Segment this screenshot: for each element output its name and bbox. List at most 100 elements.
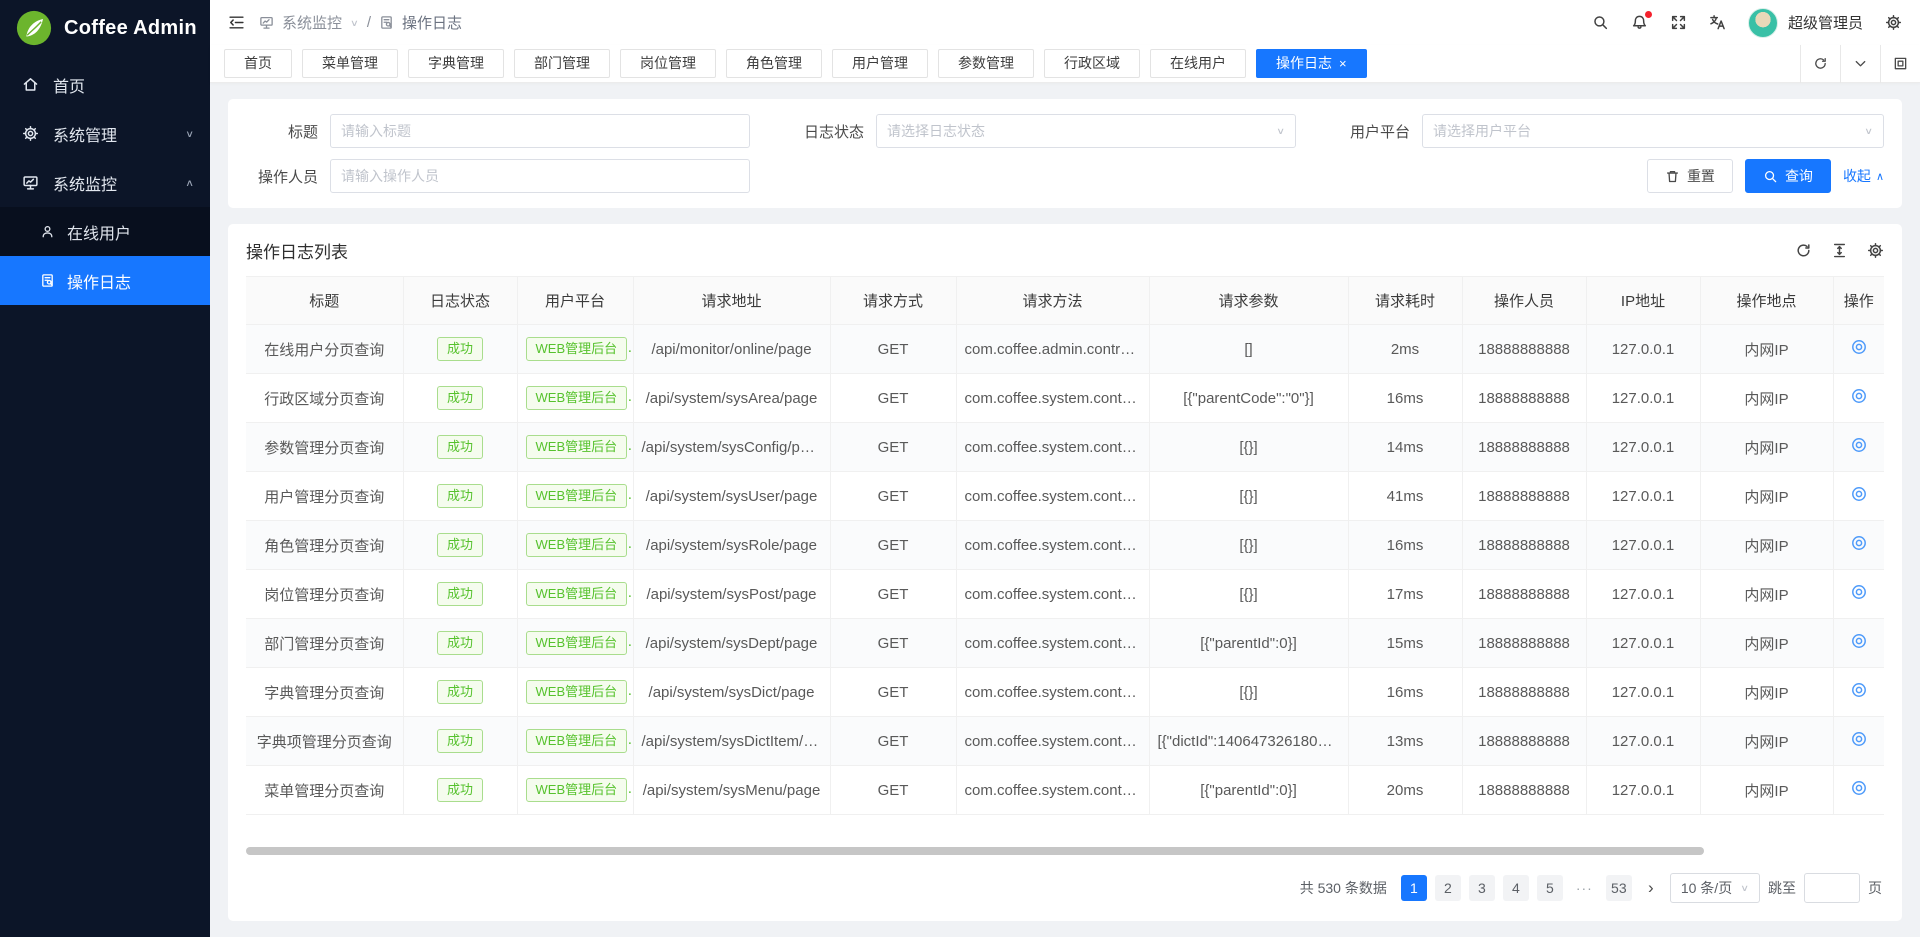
view-detail-icon[interactable] xyxy=(1850,730,1868,748)
view-detail-icon[interactable] xyxy=(1850,338,1868,356)
reset-button[interactable]: 重置 xyxy=(1647,159,1733,193)
jump-page-input[interactable] xyxy=(1804,873,1860,903)
page-tab[interactable]: 岗位管理× xyxy=(620,49,716,78)
platform-badge: WEB管理后台 xyxy=(526,582,628,606)
page-tab[interactable]: 参数管理× xyxy=(938,49,1034,78)
page-size-select[interactable]: 10 条/页 ∨ xyxy=(1670,873,1760,903)
page-number-button[interactable]: 53 xyxy=(1606,875,1632,901)
chevron-down-icon: ∨ xyxy=(350,17,359,28)
page-tab[interactable]: 字典管理× xyxy=(408,49,504,78)
cell-handler: com.coffee.admin.controller... xyxy=(956,325,1149,374)
log-status-select[interactable]: 请选择日志状态 ∨ xyxy=(876,114,1296,148)
notification-bell[interactable] xyxy=(1631,14,1648,31)
filter-field-title: 标题 xyxy=(246,114,792,148)
search-button[interactable]: 查询 xyxy=(1745,159,1831,193)
page-tab[interactable]: 用户管理× xyxy=(832,49,928,78)
fullscreen-icon[interactable] xyxy=(1670,14,1687,31)
cell-location: 内网IP xyxy=(1700,668,1833,717)
leaf-logo-icon xyxy=(16,10,52,46)
view-detail-icon[interactable] xyxy=(1850,485,1868,503)
page-number-button[interactable]: 2 xyxy=(1435,875,1461,901)
page-number-button[interactable]: 1 xyxy=(1401,875,1427,901)
cell-request-method: GET xyxy=(830,766,956,815)
filter-field-log-status: 日志状态 请选择日志状态 ∨ xyxy=(792,114,1338,148)
scrollbar-thumb[interactable] xyxy=(246,847,1704,855)
page-number-button[interactable]: 4 xyxy=(1503,875,1529,901)
collapse-menu-icon[interactable] xyxy=(228,14,245,31)
breadcrumb: 系统监控 ∨ / 操作日志 xyxy=(259,12,462,33)
page-number-button[interactable]: 3 xyxy=(1469,875,1495,901)
view-detail-icon[interactable] xyxy=(1850,583,1868,601)
view-detail-icon[interactable] xyxy=(1850,387,1868,405)
cell-location: 内网IP xyxy=(1700,717,1833,766)
sidebar-item-label: 首页 xyxy=(53,73,85,97)
translate-icon[interactable] xyxy=(1709,14,1726,31)
platform-badge: WEB管理后台 xyxy=(526,533,628,557)
cell-ip: 127.0.0.1 xyxy=(1586,619,1700,668)
column-header: 用户平台 xyxy=(517,277,633,325)
cell-title: 部门管理分页查询 xyxy=(246,619,403,668)
refresh-table-icon[interactable] xyxy=(1795,242,1812,259)
view-detail-icon[interactable] xyxy=(1850,534,1868,552)
page-number-button[interactable]: 5 xyxy=(1537,875,1563,901)
sidebar-item-system-monitor[interactable]: 系统监控 ∧ xyxy=(0,158,210,207)
filter-field-platform: 用户平台 请选择用户平台 ∨ xyxy=(1338,114,1884,148)
app-title: Coffee Admin xyxy=(64,17,197,40)
select-placeholder: 请选择日志状态 xyxy=(887,121,1276,141)
title-input[interactable] xyxy=(341,123,739,139)
table-row: 用户管理分页查询 成功 WEB管理后台 /api/system/sysUser/… xyxy=(246,472,1884,521)
tab-bar: 首页× 菜单管理× 字典管理× 部门管理× 岗位管理× 角色管理× 用户管理× … xyxy=(210,45,1920,83)
trash-icon xyxy=(1665,169,1680,184)
cell-operator: 18888888888 xyxy=(1462,423,1586,472)
sidebar-item-system-mgmt[interactable]: 系统管理 ∨ xyxy=(0,109,210,158)
sidebar-item-online-users[interactable]: 在线用户 xyxy=(0,207,210,256)
page-tab[interactable]: 菜单管理× xyxy=(302,49,398,78)
view-detail-icon[interactable] xyxy=(1850,632,1868,650)
cell-location: 内网IP xyxy=(1700,472,1833,521)
app-logo[interactable]: Coffee Admin xyxy=(0,0,210,56)
settings-gear-icon[interactable] xyxy=(1885,14,1902,31)
cell-request-url: /api/system/sysDictItem/pa... xyxy=(633,717,830,766)
view-detail-icon[interactable] xyxy=(1850,436,1868,454)
cell-location: 内网IP xyxy=(1700,521,1833,570)
total-count-label: 共 530 条数据 xyxy=(1300,878,1387,898)
status-badge: 成功 xyxy=(437,729,483,753)
chevron-down-icon: ∨ xyxy=(1864,126,1873,137)
page-tab[interactable]: 行政区域× xyxy=(1044,49,1140,78)
page-tab[interactable]: 角色管理× xyxy=(726,49,822,78)
cell-request-method: GET xyxy=(830,325,956,374)
view-detail-icon[interactable] xyxy=(1850,681,1868,699)
cell-request-url: /api/system/sysDept/page xyxy=(633,619,830,668)
next-page-button[interactable]: › xyxy=(1640,878,1662,898)
user-avatar[interactable] xyxy=(1748,8,1778,38)
row-height-icon[interactable] xyxy=(1831,242,1848,259)
table-row: 字典管理分页查询 成功 WEB管理后台 /api/system/sysDict/… xyxy=(246,668,1884,717)
page-tab[interactable]: 首页× xyxy=(224,49,292,78)
column-settings-gear-icon[interactable] xyxy=(1867,242,1884,259)
page-tab[interactable]: 在线用户× xyxy=(1150,49,1246,78)
search-icon[interactable] xyxy=(1592,14,1609,31)
maximize-content-icon[interactable] xyxy=(1880,45,1920,83)
username-label[interactable]: 超级管理员 xyxy=(1788,12,1863,33)
log-status-label: 日志状态 xyxy=(792,121,876,142)
page-tab[interactable]: 操作日志× xyxy=(1256,49,1367,78)
collapse-filters-button[interactable]: 收起 ∧ xyxy=(1843,166,1884,186)
sidebar-item-operation-log[interactable]: 操作日志 xyxy=(0,256,210,305)
cell-params: [] xyxy=(1149,325,1348,374)
cell-operator: 18888888888 xyxy=(1462,472,1586,521)
cell-actions xyxy=(1833,619,1884,668)
operator-input[interactable] xyxy=(341,168,739,184)
page-tab[interactable]: 部门管理× xyxy=(514,49,610,78)
page-number-button[interactable]: ··· xyxy=(1571,875,1598,901)
platform-select[interactable]: 请选择用户平台 ∨ xyxy=(1422,114,1884,148)
breadcrumb-parent[interactable]: 系统监控 xyxy=(282,12,342,33)
tab-options-chevron-icon[interactable] xyxy=(1840,45,1880,83)
tab-close-icon[interactable]: × xyxy=(1339,56,1347,71)
view-detail-icon[interactable] xyxy=(1850,779,1868,797)
cell-duration: 41ms xyxy=(1348,472,1462,521)
cell-status: 成功 xyxy=(403,325,517,374)
refresh-tab-icon[interactable] xyxy=(1800,45,1840,83)
sidebar-item-home[interactable]: 首页 xyxy=(0,60,210,109)
cell-ip: 127.0.0.1 xyxy=(1586,570,1700,619)
chevron-down-icon: ∨ xyxy=(185,128,194,139)
